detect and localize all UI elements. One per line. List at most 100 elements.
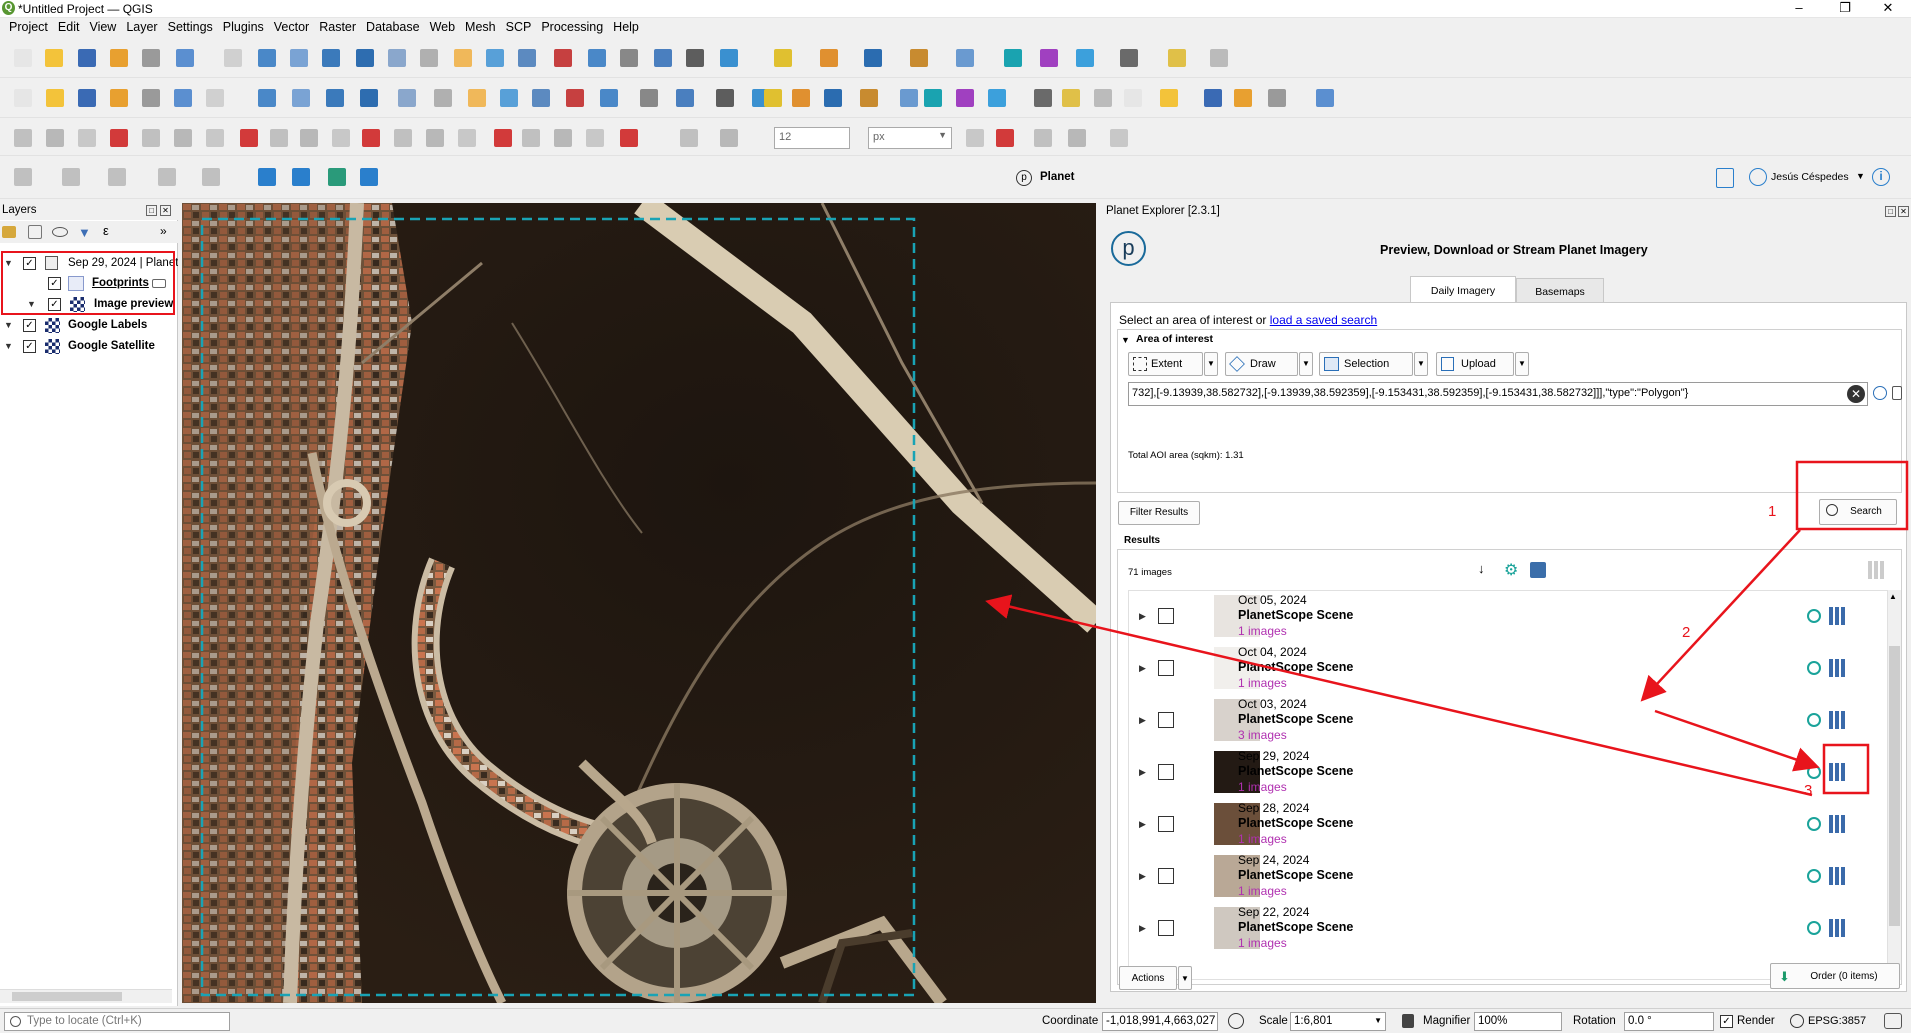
toolbar-tool-icon[interactable]: [46, 129, 64, 147]
toolbar-tool-icon[interactable]: [820, 49, 838, 67]
menu-help[interactable]: Help: [608, 18, 644, 38]
tab-daily-imagery[interactable]: Daily Imagery: [1410, 276, 1516, 303]
result-count[interactable]: 1 images: [1238, 780, 1287, 794]
toolbar-tool-icon[interactable]: [258, 89, 276, 107]
layer-row[interactable]: ▼ ✓ Google Satellite: [0, 337, 178, 357]
float-panel-icon[interactable]: □: [1885, 206, 1896, 217]
result-row[interactable]: ▶ Oct 04, 2024 PlanetScope Scene 1 images: [1129, 643, 1869, 695]
toolbar-tool-icon[interactable]: [716, 89, 734, 107]
toolbar-tool-icon[interactable]: [394, 129, 412, 147]
toolbar-tool-icon[interactable]: [388, 49, 406, 67]
zoom-to-aoi-icon[interactable]: [1873, 386, 1887, 400]
toolbar-tool-icon[interactable]: [14, 168, 32, 186]
layer-checkbox[interactable]: ✓: [23, 340, 36, 353]
toolbar-tool-icon[interactable]: [1040, 49, 1058, 67]
result-row[interactable]: ▶ Sep 28, 2024 PlanetScope Scene 1 images: [1129, 799, 1869, 851]
add-preview-icon[interactable]: [1829, 659, 1847, 677]
toolbar-tool-icon[interactable]: [494, 129, 512, 147]
toolbar-tool-icon[interactable]: [78, 49, 96, 67]
toolbar-tool-icon[interactable]: [620, 49, 638, 67]
scrollbar-thumb[interactable]: [1889, 646, 1900, 926]
draw-button[interactable]: Draw: [1225, 352, 1298, 376]
toolbar-tool-icon[interactable]: [1076, 49, 1094, 67]
zoom-to-footprint-icon[interactable]: [1807, 609, 1821, 623]
scrollbar-thumb[interactable]: [12, 992, 122, 1001]
result-row[interactable]: ▶ Oct 05, 2024 PlanetScope Scene 1 images: [1129, 591, 1869, 643]
toolbar-tool-icon[interactable]: [110, 129, 128, 147]
menu-plugins[interactable]: Plugins: [218, 18, 269, 38]
toolbar-tool-icon[interactable]: [1004, 49, 1022, 67]
toolbar-tool-icon[interactable]: [292, 89, 310, 107]
toolbar-tool-icon[interactable]: [45, 49, 63, 67]
sort-icon[interactable]: ↓: [1478, 561, 1485, 576]
expand-arrow-icon[interactable]: ▶: [1139, 611, 1146, 622]
expression-filter-icon[interactable]: ε: [103, 223, 109, 238]
selection-button[interactable]: Selection: [1319, 352, 1413, 376]
vertical-scrollbar[interactable]: ▲ ▼: [1888, 590, 1901, 980]
expand-arrow-icon[interactable]: ▶: [1139, 663, 1146, 674]
toolbar-tool-icon[interactable]: [270, 129, 288, 147]
tab-basemaps[interactable]: Basemaps: [1516, 278, 1604, 303]
snap-tolerance-input[interactable]: 12: [774, 127, 850, 149]
layer-checkbox[interactable]: ✓: [23, 319, 36, 332]
menu-web[interactable]: Web: [425, 18, 460, 38]
close-panel-icon[interactable]: ✕: [160, 205, 171, 216]
toolbar-tool-icon[interactable]: [532, 89, 550, 107]
add-preview-icon[interactable]: [1829, 711, 1847, 729]
toolbar-tool-icon[interactable]: [956, 49, 974, 67]
extent-dropdown[interactable]: ▼: [1204, 352, 1218, 376]
more-chevron-icon[interactable]: »: [160, 224, 167, 238]
result-row[interactable]: ▶ Oct 03, 2024 PlanetScope Scene 3 images: [1129, 695, 1869, 747]
toolbar-tool-icon[interactable]: [356, 49, 374, 67]
filter-icon[interactable]: ▼: [78, 225, 91, 240]
toolbar-tool-icon[interactable]: [14, 129, 32, 147]
add-preview-icon[interactable]: [1829, 607, 1847, 625]
expand-arrow-icon[interactable]: ▶: [1139, 715, 1146, 726]
zoom-to-footprint-icon[interactable]: [1807, 661, 1821, 675]
toolbar-tool-icon[interactable]: [792, 89, 810, 107]
close-icon[interactable]: ✕: [1865, 0, 1911, 18]
toolbar-tool-icon[interactable]: [654, 49, 672, 67]
toolbar-tool-icon[interactable]: [14, 49, 32, 67]
collapse-arrow-icon[interactable]: ▼: [4, 320, 13, 330]
toolbar-tool-icon[interactable]: [1068, 129, 1086, 147]
toolbar-tool-icon[interactable]: [566, 89, 584, 107]
add-group-icon[interactable]: [28, 225, 42, 239]
actions-button[interactable]: Actions: [1119, 966, 1177, 990]
toolbar-tool-icon[interactable]: [240, 129, 258, 147]
user-menu-chevron-icon[interactable]: ▼: [1856, 171, 1865, 181]
result-row[interactable]: ▶ Sep 29, 2024 PlanetScope Scene 1 images: [1129, 747, 1869, 799]
toolbar-tool-icon[interactable]: [224, 49, 242, 67]
expand-arrow-icon[interactable]: ▶: [1139, 767, 1146, 778]
toolbar-tool-icon[interactable]: [300, 129, 318, 147]
load-saved-search-link[interactable]: load a saved search: [1270, 313, 1377, 327]
expand-arrow-icon[interactable]: ▶: [1139, 819, 1146, 830]
toolbar-tool-icon[interactable]: [360, 168, 378, 186]
toolbar-tool-icon[interactable]: [360, 89, 378, 107]
menu-edit[interactable]: Edit: [53, 18, 85, 38]
toolbar-tool-icon[interactable]: [966, 129, 984, 147]
toolbar-tool-icon[interactable]: [1268, 89, 1286, 107]
zoom-to-footprint-icon[interactable]: [1807, 869, 1821, 883]
expand-arrow-icon[interactable]: ▶: [1139, 923, 1146, 934]
result-checkbox[interactable]: [1158, 660, 1174, 676]
toolbar-tool-icon[interactable]: [554, 129, 572, 147]
toolbar-tool-icon[interactable]: [518, 49, 536, 67]
result-checkbox[interactable]: [1158, 608, 1174, 624]
toolbar-tool-icon[interactable]: [174, 89, 192, 107]
minimize-icon[interactable]: –: [1776, 0, 1822, 18]
toolbar-tool-icon[interactable]: [110, 49, 128, 67]
toolbar-tool-icon[interactable]: [46, 89, 64, 107]
add-preview-icon[interactable]: [1829, 919, 1847, 937]
search-button[interactable]: Search: [1819, 499, 1897, 525]
result-checkbox[interactable]: [1158, 920, 1174, 936]
crs-button[interactable]: EPSG:3857: [1808, 1015, 1866, 1027]
toolbar-tool-icon[interactable]: [78, 129, 96, 147]
toolbar-tool-icon[interactable]: [290, 49, 308, 67]
toolbar-tool-icon[interactable]: [1124, 89, 1142, 107]
toolbar-tool-icon[interactable]: [174, 129, 192, 147]
toolbar-tool-icon[interactable]: [426, 129, 444, 147]
toolbar-tool-icon[interactable]: [900, 89, 918, 107]
toolbar-tool-icon[interactable]: [680, 129, 698, 147]
toolbar-tool-icon[interactable]: [500, 89, 518, 107]
